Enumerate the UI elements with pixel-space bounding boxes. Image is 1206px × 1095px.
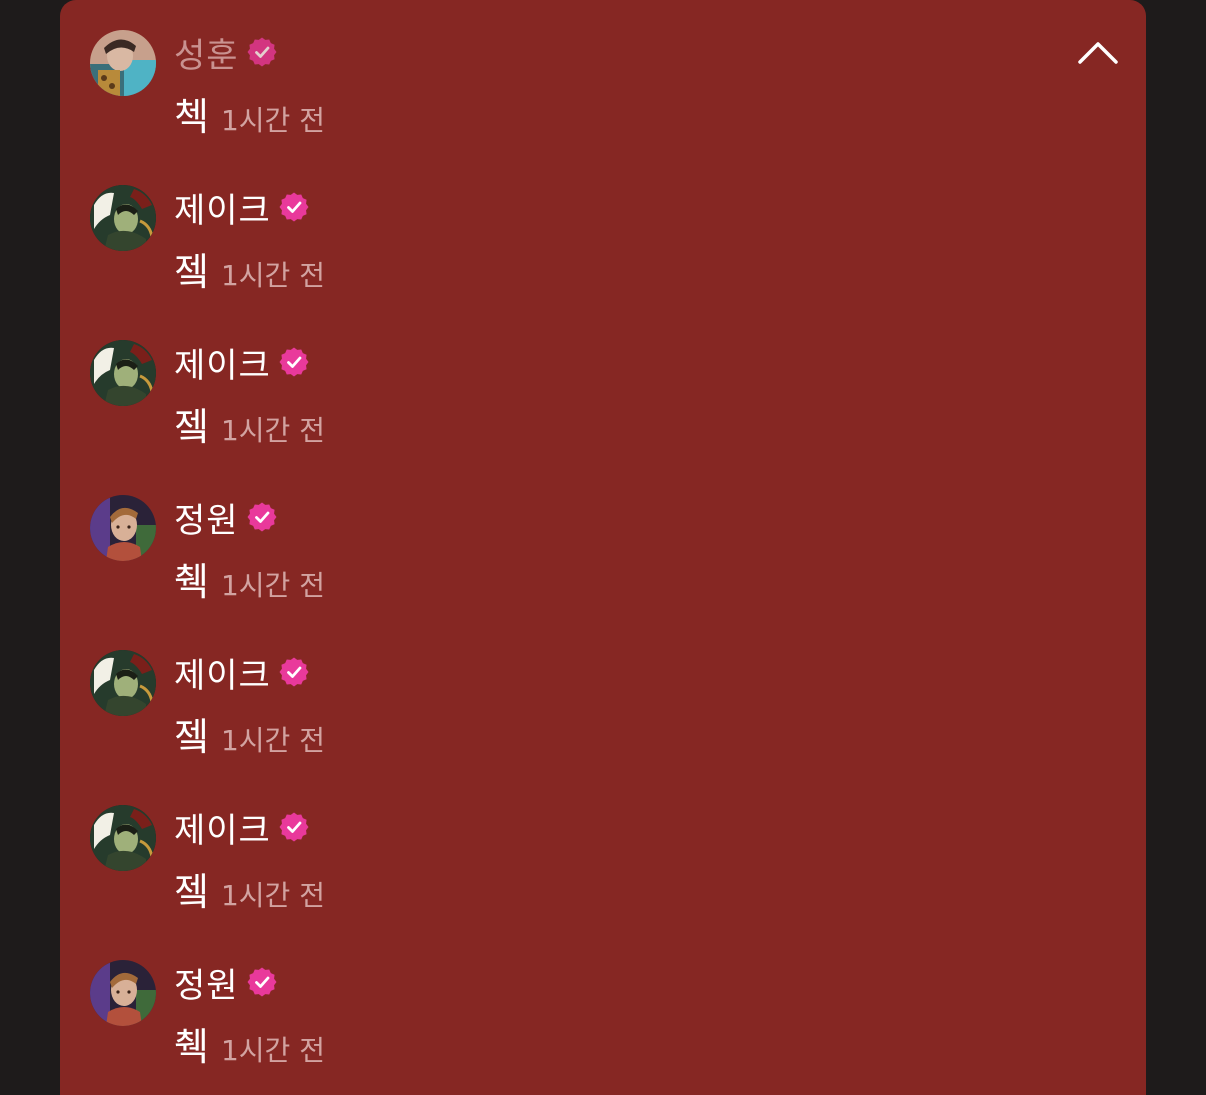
comment-text: 젴 — [174, 405, 209, 449]
page: 성훈 첵 1시간 전 제이크 젴 1시간 전 제이크 젴 1시간 전 정원 췍 … — [0, 0, 1206, 1095]
comment-body: 젴 1시간 전 — [174, 241, 325, 294]
author-name[interactable]: 정원 — [174, 958, 239, 1007]
author-name[interactable]: 제이크 — [174, 183, 271, 232]
comment-body: 췍 1시간 전 — [174, 1016, 325, 1069]
author-row: 제이크 — [174, 183, 309, 232]
avatar[interactable] — [90, 960, 156, 1026]
author-name[interactable]: 제이크 — [174, 338, 271, 387]
author-name[interactable]: 정원 — [174, 493, 239, 542]
comment-list: 성훈 첵 1시간 전 제이크 젴 1시간 전 제이크 젴 1시간 전 정원 췍 … — [90, 30, 1146, 1095]
avatar[interactable] — [90, 495, 156, 561]
comments-panel: 성훈 첵 1시간 전 제이크 젴 1시간 전 제이크 젴 1시간 전 정원 췍 … — [60, 0, 1146, 1095]
author-row: 제이크 — [174, 648, 309, 697]
author-row: 정원 — [174, 958, 277, 1007]
author-name[interactable]: 성훈 — [174, 28, 239, 77]
timestamp: 1시간 전 — [220, 1034, 325, 1067]
avatar[interactable] — [90, 30, 156, 96]
comment-item: 성훈 첵 1시간 전 — [90, 30, 1146, 185]
avatar[interactable] — [90, 340, 156, 406]
timestamp: 1시간 전 — [220, 259, 325, 292]
avatar[interactable] — [90, 185, 156, 251]
comment-text: 췍 — [174, 560, 209, 604]
comment-text: 첵 — [174, 95, 209, 139]
comment-body: 젴 1시간 전 — [174, 706, 325, 759]
timestamp: 1시간 전 — [220, 414, 325, 447]
author-row: 정원 — [174, 493, 277, 542]
author-name[interactable]: 제이크 — [174, 803, 271, 852]
comment-text: 췍 — [174, 1025, 209, 1069]
comment-item: 제이크 젴 1시간 전 — [90, 805, 1146, 960]
comment-item: 정원 췍 1시간 전 — [90, 960, 1146, 1095]
author-row: 제이크 — [174, 338, 309, 387]
comment-text: 젴 — [174, 715, 209, 759]
avatar[interactable] — [90, 805, 156, 871]
author-row: 성훈 — [174, 28, 277, 77]
verified-badge-icon — [247, 37, 277, 67]
comment-text: 젴 — [174, 870, 209, 914]
comment-text: 젴 — [174, 250, 209, 294]
avatar[interactable] — [90, 650, 156, 716]
timestamp: 1시간 전 — [220, 724, 325, 757]
comment-body: 젴 1시간 전 — [174, 396, 325, 449]
author-name[interactable]: 제이크 — [174, 648, 271, 697]
comment-item: 제이크 젴 1시간 전 — [90, 650, 1146, 805]
verified-badge-icon — [279, 347, 309, 377]
comment-item: 제이크 젴 1시간 전 — [90, 340, 1146, 495]
timestamp: 1시간 전 — [220, 879, 325, 912]
verified-badge-icon — [247, 967, 277, 997]
author-row: 제이크 — [174, 803, 309, 852]
comment-body: 젴 1시간 전 — [174, 861, 325, 914]
verified-badge-icon — [279, 657, 309, 687]
verified-badge-icon — [279, 192, 309, 222]
comment-body: 첵 1시간 전 — [174, 86, 325, 139]
timestamp: 1시간 전 — [220, 104, 325, 137]
timestamp: 1시간 전 — [220, 569, 325, 602]
comment-body: 췍 1시간 전 — [174, 551, 325, 604]
comment-item: 제이크 젴 1시간 전 — [90, 185, 1146, 340]
verified-badge-icon — [279, 812, 309, 842]
verified-badge-icon — [247, 502, 277, 532]
comment-item: 정원 췍 1시간 전 — [90, 495, 1146, 650]
